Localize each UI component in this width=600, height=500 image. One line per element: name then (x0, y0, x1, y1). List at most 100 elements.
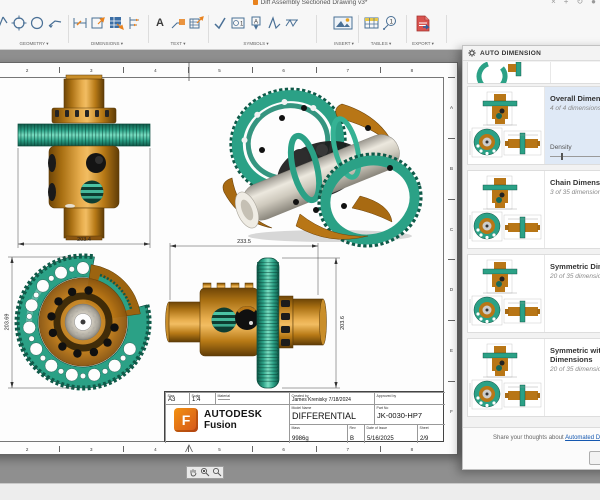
window-icon[interactable]: ● (591, 0, 596, 6)
window-icon[interactable]: ↻ (576, 0, 583, 6)
browser-bottom-strip (0, 483, 600, 500)
note-table-icon[interactable] (188, 13, 204, 33)
sheet-row-letters: ABCDEF (444, 77, 459, 442)
strategy-title: Symmetric with Overall Dimensions (550, 346, 600, 364)
window-icon[interactable]: + (564, 0, 569, 6)
strategy-card-list: Overall Dimensions 4 of 4 dimensions Den… (467, 86, 600, 417)
balloon-icon[interactable]: 1 (382, 13, 398, 33)
titleblock-date-of-issue: Date of Issue 5/16/2025 (364, 424, 417, 443)
feedback-text: Share your thoughts about Automated Draw… (493, 435, 600, 441)
text-icon[interactable]: A (152, 13, 168, 33)
weld-symbol-icon[interactable] (284, 13, 300, 33)
circle-icon[interactable] (29, 13, 45, 33)
strategy-thumbnail (468, 255, 545, 332)
drawing-sheet[interactable]: 12345678 12345678 ABCDEF SizeA3 Scale1:4… (0, 62, 458, 455)
dimension-strategy-card[interactable]: Overall Dimensions 4 of 4 dimensions Den… (467, 86, 600, 165)
group-export (412, 13, 434, 33)
titleblock-mass: Mass 9986g (289, 424, 347, 443)
ruler-number: 2 (0, 63, 59, 77)
density-control: Density (550, 144, 600, 160)
panel-header[interactable]: AUTO DIMENSION (463, 46, 600, 61)
panel-body[interactable]: Overall Dimensions 4 of 4 dimensions Den… (463, 61, 600, 427)
titleblock-model-name: Model Name DIFFERENTIAL (289, 404, 374, 424)
ruler-number: 4 (123, 63, 187, 77)
strategy-count: 20 of 35 dimensions (550, 366, 600, 373)
auto-dimension-icon[interactable] (108, 13, 124, 33)
density-slider[interactable] (550, 153, 600, 160)
svg-text:A: A (254, 20, 258, 26)
dimension-strategy-card[interactable]: Symmetric with Overall Dimensions 20 of … (467, 338, 600, 417)
leader-text-icon[interactable] (170, 13, 186, 33)
title-bar: Diff Assembly Sectioned Drawing v3* × + ↻ ● (0, 0, 600, 10)
table-icon[interactable] (364, 13, 380, 33)
strategy-thumbnail (476, 62, 522, 83)
document-icon (252, 0, 258, 5)
strategy-title: Chain Dimensions (550, 178, 600, 187)
window-icons: × + ↻ ● (551, 0, 596, 6)
datum-id-icon[interactable]: 1 (230, 13, 246, 33)
ruler-number: 8 (379, 442, 444, 456)
group-label-symbols[interactable]: SYMBOLS ▾ (243, 41, 268, 47)
group-insert (332, 13, 354, 33)
dimension-strategy-card[interactable]: Symmetric Dimensions 20 of 35 dimensions (467, 254, 600, 333)
group-label-insert[interactable]: INSERT ▾ (334, 41, 354, 47)
document-tab[interactable]: Diff Assembly Sectioned Drawing v3* (180, 0, 440, 6)
group-text: A (152, 13, 204, 33)
group-label-geometry[interactable]: GEOMETRY ▾ (19, 41, 48, 47)
datum-frame-icon[interactable]: A (248, 13, 264, 33)
view-navigation-bar (186, 466, 224, 479)
svg-text:1: 1 (390, 19, 394, 26)
row-letter: C (444, 198, 459, 260)
check-icon[interactable] (212, 13, 228, 33)
row-letter: E (444, 320, 459, 381)
group-label-tables[interactable]: TABLES ▾ (371, 41, 391, 47)
center-mark-icon[interactable] (11, 13, 27, 33)
group-dimensions (72, 13, 142, 33)
group-label-text[interactable]: TEXT ▾ (171, 41, 186, 47)
zoom-window-icon[interactable] (200, 464, 210, 482)
automated-drawings-link[interactable]: Automated Drawings (565, 435, 600, 441)
sheet-frame (0, 77, 444, 442)
titleblock-brand: F AUTODESK Fusion (165, 404, 289, 443)
ruler-number: 5 (187, 442, 252, 456)
insert-image-icon[interactable] (332, 13, 354, 33)
fusion-logo: F (174, 408, 198, 432)
row-letter: F (444, 381, 459, 442)
ruler-number: 2 (0, 442, 59, 456)
strategy-card-info: Symmetric Dimensions 20 of 35 dimensions (545, 255, 600, 332)
auto-dimension-panel: AUTO DIMENSION Overall Dimen 4 of 4 dime… (462, 45, 600, 470)
strategy-title: Overall Dimensions (550, 94, 600, 103)
gear-icon (468, 49, 476, 57)
sketch-icon[interactable] (0, 13, 9, 33)
export-pdf-icon[interactable] (412, 13, 434, 33)
dimension-strategy-card[interactable]: Chain Dimensions 3 of 35 dimensions (467, 170, 600, 249)
zoom-icon[interactable] (212, 464, 222, 482)
dimension-strategy-card-partial[interactable] (467, 62, 600, 84)
baseline-dimension-icon[interactable] (126, 13, 142, 33)
panel-title: AUTO DIMENSION (480, 49, 542, 57)
titleblock-part-no: Part No JK-0030-HP7 (374, 404, 445, 424)
group-geometry (0, 13, 63, 33)
ruler-number: 8 (379, 63, 444, 77)
density-slider-handle[interactable] (561, 153, 563, 160)
ruler-number: 3 (59, 63, 123, 77)
group-symbols: 1 A (212, 13, 300, 33)
group-label-dimensions[interactable]: DIMENSIONS ▾ (91, 41, 123, 47)
ruler-number: 6 (251, 442, 316, 456)
group-label-export[interactable]: EXPORT ▾ (412, 41, 434, 47)
sheet-ruler-top: 12345678 (0, 63, 444, 77)
strategy-thumbnail (468, 87, 545, 164)
pan-icon[interactable] (188, 464, 198, 482)
ruler-number: 5 (187, 63, 252, 77)
surface-finish-icon[interactable] (266, 13, 282, 33)
edge-extension-icon[interactable] (47, 13, 63, 33)
close-button[interactable] (589, 451, 600, 465)
strategy-card-info: Chain Dimensions 3 of 35 dimensions (545, 171, 600, 248)
ruler-number: 7 (315, 442, 380, 456)
dimension-icon[interactable] (72, 13, 88, 33)
ordinate-dimension-icon[interactable] (90, 13, 106, 33)
title-block[interactable]: Size A3 Scale 1:4 Material —— Created by Jam… (164, 391, 445, 443)
strategy-count: 4 of 4 dimensions (550, 105, 600, 112)
titleblock-sheet-no: Sheet 2/9 (417, 424, 445, 443)
window-icon[interactable]: × (551, 0, 556, 6)
